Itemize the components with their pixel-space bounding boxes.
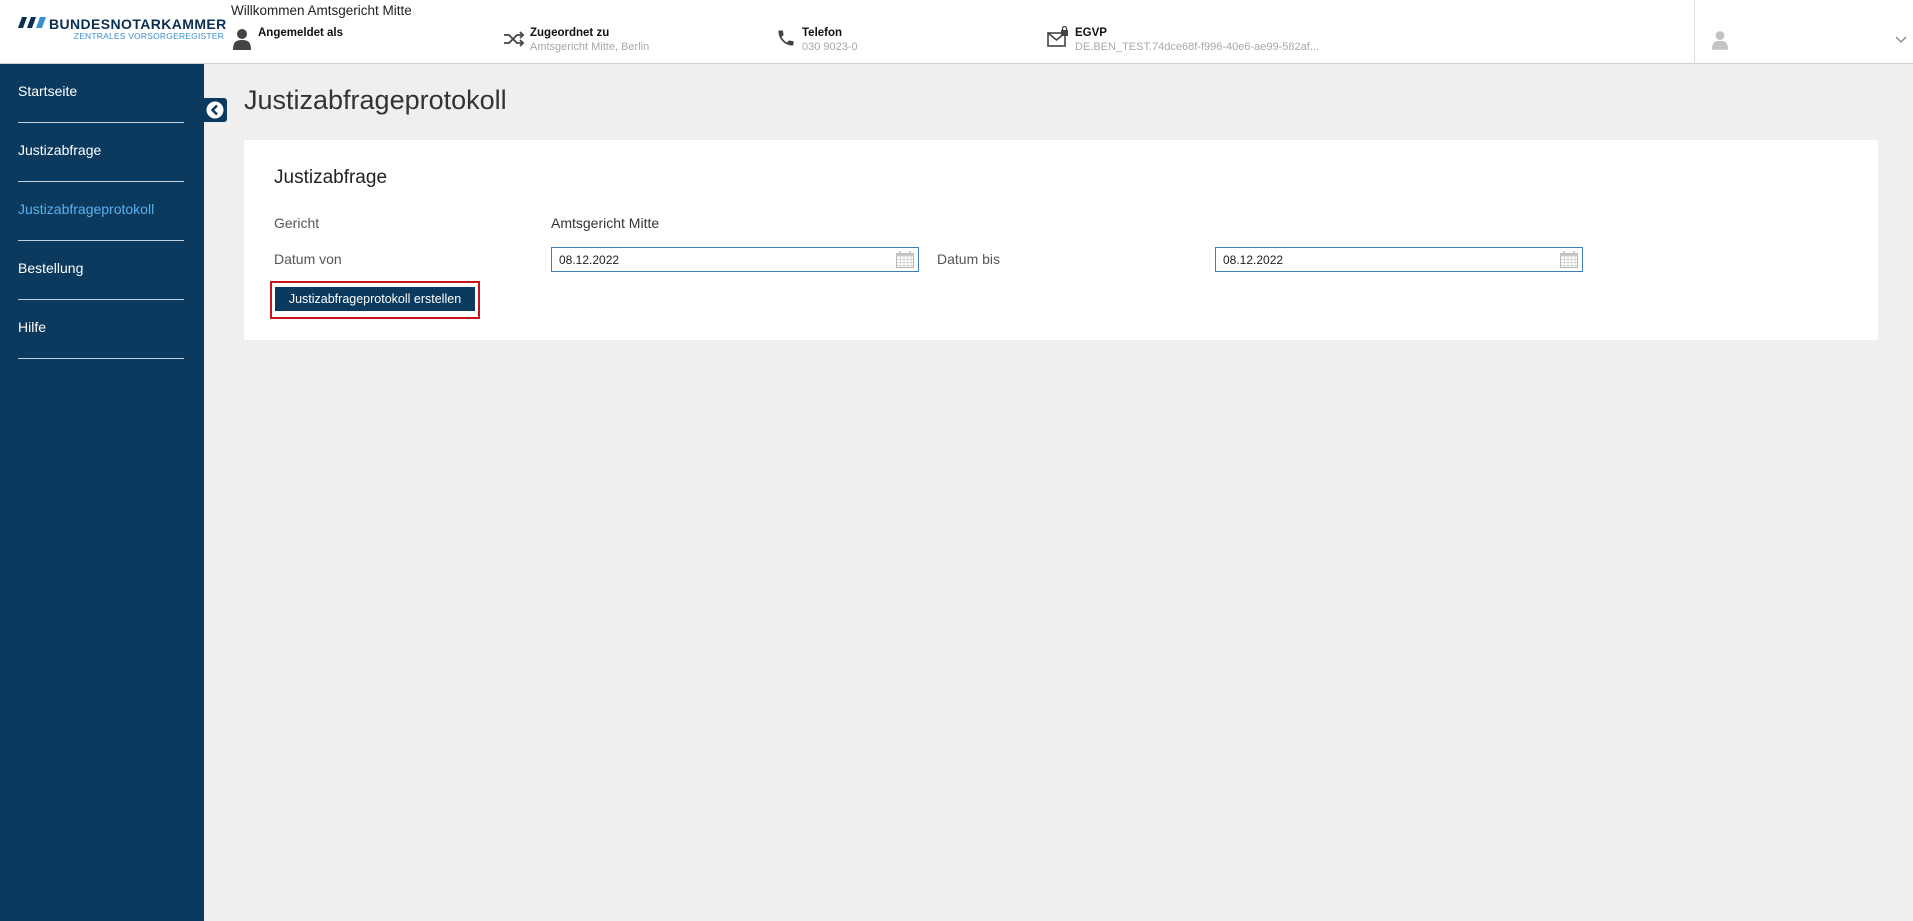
page-title: Justizabfrageprotokoll (244, 85, 507, 115)
date-from-label: Datum von (274, 251, 342, 267)
date-to-input[interactable] (1216, 248, 1546, 271)
query-form-card: Justizabfrage Gericht Amtsgericht Mitte … (244, 140, 1878, 340)
bundesnotarkammer-logo[interactable]: BUNDESNOTARKAMMER ZENTRALES VORSORGEREGI… (18, 16, 227, 46)
chevron-down-icon[interactable] (1895, 36, 1907, 44)
sidebar-item-justizabfrageprotokoll[interactable]: Justizabfrageprotokoll (18, 182, 184, 241)
phone-value: 030 9023-0 (802, 41, 858, 53)
egvp-info: EGVP DE.BEN_TEST.74dce68f-f996-40e6-ae99… (1047, 26, 1347, 57)
logo-stripes-icon (18, 17, 46, 28)
assigned-value: Amtsgericht Mitte, Berlin (530, 41, 650, 53)
user-menu[interactable] (1694, 0, 1913, 64)
top-header: BUNDESNOTARKAMMER ZENTRALES VORSORGEREGI… (0, 0, 1913, 64)
court-label: Gericht (274, 215, 320, 231)
logged-in-label: Angemeldet als (258, 27, 343, 39)
sidebar-item-hilfe[interactable]: Hilfe (18, 300, 184, 359)
create-protocol-button[interactable]: Justizabfrageprotokoll erstellen (275, 287, 475, 311)
sidebar-item-startseite[interactable]: Startseite (18, 64, 184, 123)
sidebar-item-bestellung[interactable]: Bestellung (18, 241, 184, 300)
sidebar-collapse-button[interactable] (204, 98, 227, 122)
calendar-icon[interactable] (1560, 251, 1578, 268)
calendar-icon[interactable] (896, 251, 914, 268)
logged-in-info: Angemeldet als (233, 27, 393, 57)
date-from-input[interactable] (552, 248, 882, 271)
sidebar-item-justizabfrage[interactable]: Justizabfrage (18, 123, 184, 182)
egvp-label: EGVP (1075, 27, 1107, 39)
shuffle-icon (504, 31, 525, 47)
date-to-field[interactable] (1215, 247, 1583, 272)
date-from-field[interactable] (551, 247, 919, 272)
phone-icon (778, 30, 794, 46)
assigned-info: Zugeordnet zu Amtsgericht Mitte, Berlin (503, 27, 703, 57)
mail-lock-icon (1047, 26, 1068, 47)
phone-label: Telefon (802, 27, 843, 39)
logo-subtitle: ZENTRALES VORSORGEREGISTER (73, 31, 224, 41)
court-value: Amtsgericht Mitte (551, 215, 660, 231)
logo-wordmark: BUNDESNOTARKAMMER (49, 16, 227, 32)
phone-info: Telefon 030 9023-0 (776, 27, 926, 57)
submit-highlight-frame: Justizabfrageprotokoll erstellen (270, 281, 480, 319)
assigned-label: Zugeordnet zu (530, 27, 610, 39)
card-title: Justizabfrage (274, 167, 388, 188)
egvp-value: DE.BEN_TEST.74dce68f-f996-40e6-ae99-582a… (1075, 41, 1319, 53)
chevron-left-icon (206, 101, 224, 119)
user-icon (233, 29, 251, 50)
welcome-message: Willkommen Amtsgericht Mitte (231, 3, 412, 18)
date-to-label: Datum bis (937, 251, 1001, 267)
sidebar-nav: Startseite Justizabfrage Justizabfragepr… (0, 64, 204, 921)
avatar-icon (1712, 31, 1728, 50)
